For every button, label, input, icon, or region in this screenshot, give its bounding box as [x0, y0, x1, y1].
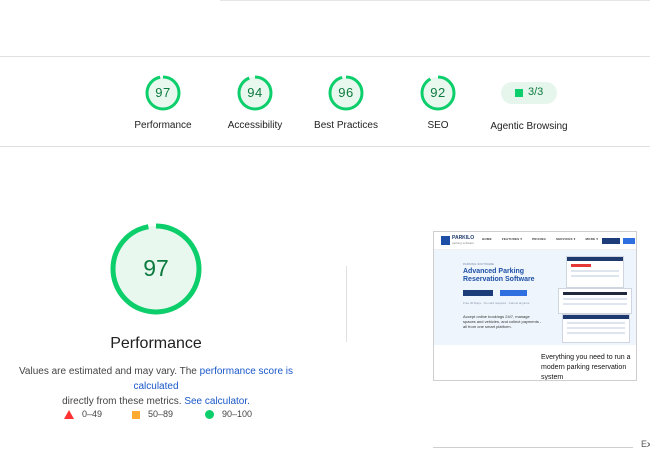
score-note: Values are estimated and may vary. The p… — [6, 364, 306, 409]
score-agentic-browsing[interactable]: 3/3 Agentic Browsing — [484, 82, 574, 132]
top-divider — [220, 0, 650, 1]
thumbnail-nav-item: SERVICES ▾ — [556, 237, 576, 241]
headline-line: Advanced Parking — [463, 268, 525, 275]
note-text: directly from these metrics. — [62, 396, 185, 407]
thumbnail-nav-item: PRICING — [532, 237, 547, 241]
vertical-divider — [346, 266, 347, 342]
headline-line: Reservation Software — [463, 276, 535, 283]
legend-fail: 0–49 — [64, 409, 103, 420]
fail-triangle-icon — [64, 410, 74, 420]
performance-title: Performance — [110, 335, 202, 352]
thumbnail-hero: PARKING SOFTWARE Advanced Parking Reserva… — [434, 250, 636, 345]
thumbnail-app-preview — [558, 288, 632, 314]
performance-gauge: 97 — [109, 222, 203, 316]
performance-score: 97 — [143, 255, 169, 281]
thumbnail-nav-item: HOME — [482, 237, 492, 241]
score-label: SEO — [427, 120, 449, 131]
note-text: Values are estimated and may vary. The — [18, 366, 200, 377]
thumbnail-brand-sub: parking software — [452, 241, 475, 245]
thumbnail-headline: Advanced Parking Reservation Software — [463, 268, 535, 284]
parkilo-logo-icon — [441, 236, 450, 245]
thumbnail-nav-button — [623, 238, 635, 244]
scores-top-divider — [0, 56, 650, 57]
legend-range: 0–49 — [82, 409, 103, 419]
pass-square-icon — [515, 89, 523, 97]
thumbnail-nav-item: FEATURES ▾ — [501, 237, 523, 241]
thumbnail-nav-items: HOME FEATURES ▾ PRICING SERVICES ▾ MORE ▾ — [482, 237, 608, 241]
average-square-icon — [132, 410, 140, 419]
thumbnail-description: Accept online bookings 24/7, manage spac… — [463, 314, 542, 329]
final-screenshot-thumbnail[interactable]: PARKILO parking software HOME FEATURES ▾ P… — [433, 231, 637, 381]
thumbnail-bottom-edge — [433, 447, 633, 448]
thumbnail-nav-button — [602, 238, 620, 244]
see-calculator-link[interactable]: See calculator. — [184, 396, 250, 407]
agentic-badge: 3/3 — [501, 82, 557, 104]
thumbnail-eyebrow: PARKING SOFTWARE — [463, 262, 495, 266]
scores-bottom-divider — [0, 146, 650, 147]
agentic-badge-value: 3/3 — [528, 86, 544, 98]
score-label: Agentic Browsing — [490, 121, 568, 132]
thumbnail-caption: Everything you need to run a modern park… — [541, 354, 631, 381]
legend-range: 90–100 — [222, 409, 253, 419]
thumbnail-app-preview — [566, 256, 624, 288]
edge-text: Ex — [641, 439, 650, 449]
legend-average: 50–89 — [132, 409, 173, 419]
score-value: 92 — [430, 85, 446, 100]
score-seo[interactable]: 92 SEO — [383, 74, 493, 131]
thumbnail-app-preview — [562, 314, 630, 343]
legend-range: 50–89 — [148, 409, 174, 419]
legend-pass: 90–100 — [205, 409, 253, 420]
pass-circle-icon — [205, 410, 214, 420]
thumbnail-navbar: PARKILO parking software HOME FEATURES ▾ P… — [434, 232, 636, 250]
thumbnail-nav-item: MORE ▾ — [585, 237, 599, 241]
thumbnail-cta-primary — [463, 290, 493, 296]
thumbnail-small-text: Free 30 Days · No card required · Cancel… — [463, 301, 530, 305]
thumbnail-cta-secondary — [500, 290, 527, 296]
